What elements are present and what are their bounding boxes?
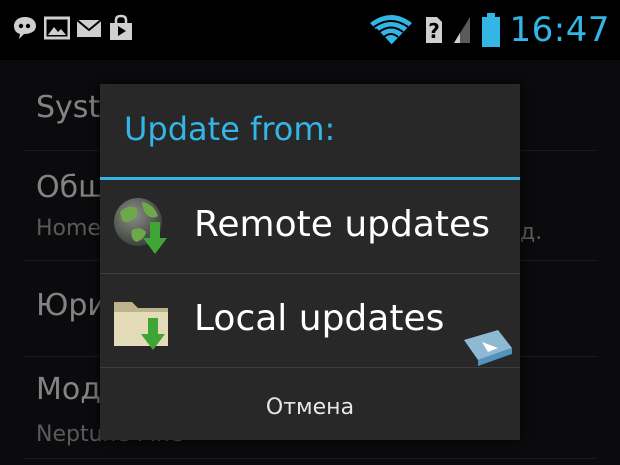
chat-bubble-icon: [14, 17, 36, 39]
option-divider: [100, 367, 520, 368]
clock: 16:47: [509, 10, 610, 50]
image-icon: [44, 16, 70, 40]
watermark-logo: [464, 330, 512, 366]
folder-download-icon: [114, 302, 168, 350]
bag-icon: [110, 14, 132, 40]
remote-updates-option[interactable]: Remote updates: [100, 180, 520, 272]
status-bar: ? 16:47: [0, 0, 620, 60]
system-icons: ? 16:47: [368, 8, 610, 52]
option-label: Remote updates: [194, 204, 490, 245]
local-updates-option[interactable]: Local updates: [100, 274, 520, 366]
svg-text:?: ?: [428, 19, 440, 43]
option-label: Local updates: [194, 298, 445, 339]
no-sim-icon: ?: [425, 17, 442, 43]
mail-icon: [76, 19, 102, 37]
globe-download-icon: [114, 198, 167, 254]
signal-icon: [453, 17, 470, 43]
wifi-icon: [369, 15, 412, 46]
battery-icon: [481, 13, 500, 47]
cancel-button[interactable]: Отмена: [100, 374, 520, 440]
update-from-dialog: Update from: Remote updates Local update…: [100, 84, 520, 440]
dialog-title: Update from:: [124, 110, 336, 148]
notification-icons: [12, 14, 134, 42]
